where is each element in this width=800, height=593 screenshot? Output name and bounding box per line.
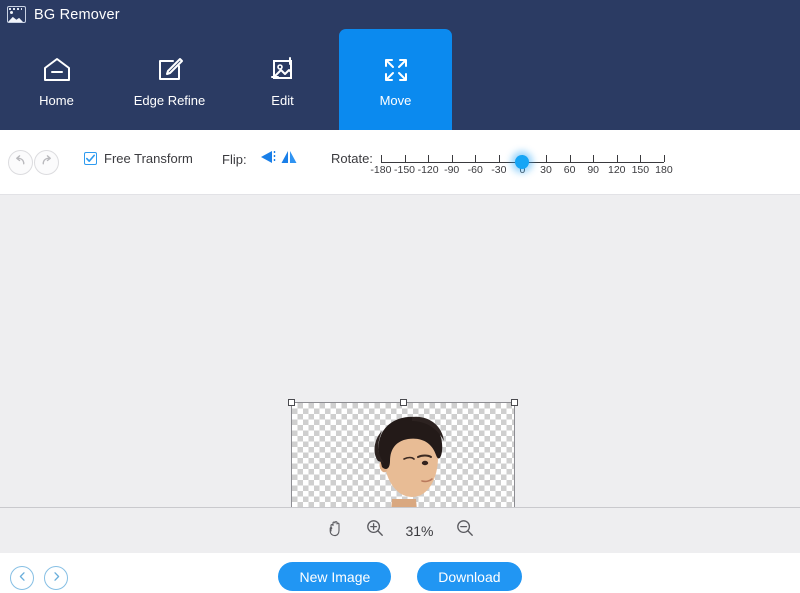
flip-group: Flip: — [222, 150, 300, 168]
nav-item-move[interactable]: Move — [339, 29, 452, 130]
rotate-tick — [428, 155, 430, 162]
man-with-basketball-illustration: molten — [374, 416, 444, 507]
free-transform-toggle[interactable]: Free Transform — [84, 151, 193, 166]
rotate-tick — [380, 155, 382, 162]
download-button[interactable]: Download — [417, 562, 522, 591]
rotate-tick-label: 120 — [607, 164, 626, 176]
rotate-tick — [616, 155, 618, 162]
free-transform-checkbox[interactable] — [84, 152, 97, 165]
flip-horizontal-icon — [258, 149, 276, 170]
rotate-slider[interactable]: -180 -150 -120 -90 -60 -30 0 30 60 90 120 150 180 — [370, 146, 673, 180]
rotate-tick — [640, 155, 642, 162]
rotate-label: Rotate: — [331, 151, 373, 166]
rotate-tick-label: -90 — [444, 164, 460, 176]
rotate-tick-label: -120 — [417, 164, 439, 176]
zoom-bar: 31% — [0, 507, 800, 553]
artboard[interactable]: molten — [288, 399, 518, 507]
rotate-slider-handle[interactable] — [515, 155, 530, 169]
check-icon — [86, 154, 95, 162]
undo-button[interactable] — [8, 150, 33, 175]
nav-item-edit-label: Edit — [271, 93, 294, 108]
undo-icon — [14, 154, 27, 172]
zoom-in-icon — [366, 519, 384, 542]
rotate-tick-label: -60 — [467, 164, 483, 176]
image-crop-icon — [269, 53, 297, 87]
nav-item-edge-refine-label: Edge Refine — [133, 93, 206, 108]
canvas-area[interactable]: molten — [0, 195, 800, 507]
rotate-tick-label: 60 — [563, 164, 576, 176]
free-transform-label: Free Transform — [104, 151, 193, 166]
flip-vertical-icon — [279, 149, 299, 170]
rotate-tick — [663, 155, 665, 162]
move-arrows-icon — [382, 53, 410, 87]
rotate-tick — [475, 155, 477, 162]
rotate-tick-label: 30 — [540, 164, 552, 176]
nav-item-edge-refine[interactable]: Edge Refine — [113, 29, 226, 130]
app-title: BG Remover — [34, 6, 120, 23]
pan-tool-button[interactable] — [325, 520, 347, 542]
footer-actions: New Image Download — [0, 562, 800, 591]
rotate-tick-label: -150 — [393, 164, 416, 176]
rotate-tick — [593, 155, 595, 162]
nav-item-home-label: Home — [39, 93, 74, 108]
flip-horizontal-button[interactable] — [256, 150, 278, 168]
rotate-tick — [498, 155, 500, 162]
nav-items: Home Edge Refine Edit Move — [0, 29, 452, 130]
flip-label: Flip: — [222, 151, 247, 167]
zoom-level: 31% — [405, 522, 434, 539]
nav-item-move-label: Move — [379, 93, 412, 108]
selection-handle-top-right[interactable] — [511, 399, 518, 406]
pen-square-icon — [156, 53, 184, 87]
image-icon — [7, 6, 26, 23]
rotate-tick-label: 180 — [655, 164, 673, 176]
flip-vertical-button[interactable] — [278, 150, 300, 168]
redo-icon — [40, 154, 53, 172]
rotate-tick — [451, 155, 453, 162]
home-icon — [42, 53, 72, 87]
nav-item-home[interactable]: Home — [0, 29, 113, 130]
zoom-out-button[interactable] — [454, 520, 476, 542]
rotate-tick — [569, 155, 571, 162]
rotate-tick-label: 90 — [587, 164, 600, 176]
new-image-button[interactable]: New Image — [278, 562, 392, 591]
rotate-tick — [546, 155, 547, 162]
nav-bar: Home Edge Refine Edit Move — [0, 29, 800, 130]
redo-button[interactable] — [34, 150, 59, 175]
zoom-out-icon — [456, 519, 474, 542]
nav-item-edit[interactable]: Edit — [226, 29, 339, 130]
hand-icon — [327, 519, 344, 542]
rotate-tick-label: -30 — [491, 164, 507, 176]
selection-handle-top-left[interactable] — [288, 399, 295, 406]
rotate-tick-label: -180 — [370, 164, 392, 176]
subject-image[interactable]: molten — [292, 403, 514, 507]
bg-remover-app: BG Remover Home Edge Refine Edit Move Fr… — [0, 0, 800, 593]
zoom-in-button[interactable] — [364, 520, 386, 542]
rotate-group: Rotate: -180 -150 -120 -90 -60 -30 0 30 60 90 120 1… — [331, 146, 673, 180]
rotate-tick-label: 150 — [631, 164, 650, 176]
selection-handle-top-center[interactable] — [400, 399, 407, 406]
rotate-tick — [404, 155, 406, 162]
title-bar: BG Remover — [0, 0, 800, 29]
